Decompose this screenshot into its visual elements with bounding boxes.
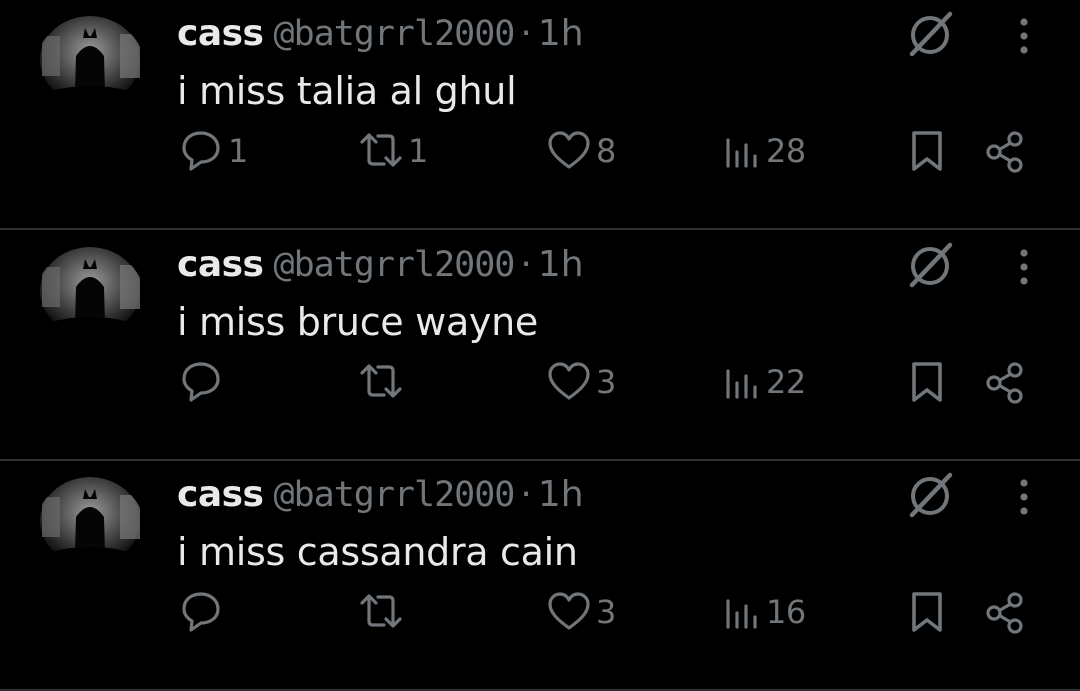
share-nodes-icon [986,592,1023,634]
reply-count: 1 [228,132,248,170]
tweet[interactable]: cass @batgrrl2000 · 1h i miss cassandra cai… [0,461,1080,691]
heart-outline-icon [548,131,590,169]
grok-slash-circle-icon [909,11,953,57]
avatar-image [34,247,146,359]
display-name[interactable]: cass [177,244,264,285]
avatar[interactable] [34,16,146,128]
like-count: 3 [596,363,616,401]
retweet-button[interactable] [356,587,408,637]
more-options-button[interactable] [1006,243,1042,291]
retweet-arrows-icon [360,364,402,398]
reply-button[interactable] [176,587,228,637]
vertical-ellipsis-icon [1020,479,1028,515]
share-button[interactable] [984,587,1026,637]
heart-outline-icon [548,362,590,400]
avatar-image [34,16,146,128]
views-button[interactable]: 22 [722,357,806,407]
share-button[interactable] [984,357,1026,407]
separator-dot: · [520,13,532,54]
tweet[interactable]: cass @batgrrl2000 · 1h i miss talia al ghul… [0,0,1080,230]
bar-chart-icon [726,599,757,629]
action-bar: 1 1 8 28 [0,126,1080,176]
speech-bubble-icon [182,131,220,171]
view-count: 22 [766,363,806,401]
bar-chart-icon [726,369,757,399]
tweet-text: i miss talia al ghul [177,69,517,113]
separator-dot: · [520,474,532,515]
tweet[interactable]: cass @batgrrl2000 · 1h i miss bruce wayne [0,231,1080,461]
user-handle[interactable]: @batgrrl2000 [274,475,516,515]
grok-button[interactable] [904,469,956,521]
grok-button[interactable] [904,239,956,291]
speech-bubble-icon [182,592,220,632]
bookmark-button[interactable] [906,587,948,637]
like-count: 8 [596,132,616,170]
user-handle[interactable]: @batgrrl2000 [274,245,516,285]
bookmark-icon [912,362,942,402]
tweet-header: cass @batgrrl2000 · 1h [177,471,584,519]
retweet-button[interactable] [356,357,408,407]
grok-slash-circle-icon [909,242,953,288]
retweet-arrows-icon [360,133,402,167]
timestamp[interactable]: 1h [538,474,584,515]
like-button[interactable]: 8 [544,126,616,176]
like-button[interactable]: 3 [544,587,616,637]
tweet-header: cass @batgrrl2000 · 1h [177,10,584,58]
avatar-image [34,477,146,589]
action-bar: 3 22 [0,357,1080,407]
tweet-header: cass @batgrrl2000 · 1h [177,241,584,289]
speech-bubble-icon [182,362,220,402]
bookmark-icon [912,131,942,171]
share-nodes-icon [986,362,1023,404]
tweet-text: i miss cassandra cain [177,530,578,574]
tweet-feed: cass @batgrrl2000 · 1h i miss talia al ghul… [0,0,1080,691]
avatar[interactable] [34,247,146,359]
view-count: 28 [766,132,806,170]
retweet-arrows-icon [360,594,402,628]
timestamp[interactable]: 1h [538,13,584,54]
reply-button[interactable]: 1 [176,126,248,176]
bookmark-icon [912,592,942,632]
grok-slash-circle-icon [909,472,953,518]
action-bar: 3 16 [0,587,1080,637]
more-options-button[interactable] [1006,12,1042,60]
avatar[interactable] [34,477,146,589]
vertical-ellipsis-icon [1020,18,1028,54]
separator-dot: · [520,244,532,285]
views-button[interactable]: 28 [722,126,806,176]
more-options-button[interactable] [1006,473,1042,521]
tweet-text: i miss bruce wayne [177,300,538,344]
user-handle[interactable]: @batgrrl2000 [274,14,516,54]
view-count: 16 [766,593,806,631]
reply-button[interactable] [176,357,228,407]
share-button[interactable] [984,126,1026,176]
timestamp[interactable]: 1h [538,244,584,285]
like-count: 3 [596,593,616,631]
grok-button[interactable] [904,8,956,60]
bookmark-button[interactable] [906,126,948,176]
bookmark-button[interactable] [906,357,948,407]
views-button[interactable]: 16 [722,587,806,637]
divider [0,228,1080,230]
bar-chart-icon [726,138,757,168]
heart-outline-icon [548,592,590,630]
share-nodes-icon [986,131,1023,173]
like-button[interactable]: 3 [544,357,616,407]
display-name[interactable]: cass [177,474,264,515]
retweet-button[interactable]: 1 [356,126,428,176]
vertical-ellipsis-icon [1020,249,1028,285]
retweet-count: 1 [408,132,428,170]
display-name[interactable]: cass [177,13,264,54]
